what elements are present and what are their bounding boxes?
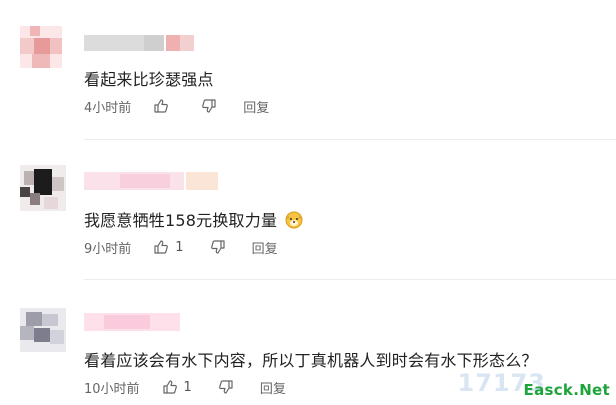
like-button[interactable]: 1 [153, 239, 184, 255]
username[interactable] [84, 35, 194, 51]
username[interactable] [84, 172, 219, 190]
site-watermark: Easck.Net [523, 381, 610, 399]
thumbs-up-icon [154, 99, 169, 113]
avatar[interactable] [20, 308, 66, 352]
like-button[interactable] [153, 98, 175, 114]
avatar[interactable] [20, 26, 62, 68]
comment-meta: 9小时前 1 回复 [84, 237, 278, 257]
comment-time: 10小时前 [84, 381, 140, 397]
like-count: 1 [183, 379, 192, 395]
comment-meta: 10小时前 1 回复 [84, 377, 286, 397]
reply-button[interactable]: 回复 [252, 238, 278, 257]
avatar[interactable] [20, 165, 66, 211]
thumbs-down-icon [202, 99, 216, 113]
comment-text-body: 我愿意牺牲158元换取力量 [84, 211, 278, 230]
comment-meta: 4小时前 回复 [84, 96, 269, 116]
thumbs-down-icon [218, 380, 233, 394]
username[interactable] [84, 313, 180, 331]
thumbs-up-icon [154, 240, 169, 254]
dislike-button[interactable] [210, 239, 226, 255]
reply-button[interactable]: 回复 [260, 378, 286, 397]
thumbs-down-icon [210, 240, 225, 254]
comment-item: 看起来比珍瑟强点 4小时前 回复 [0, 0, 616, 140]
dislike-button[interactable] [218, 379, 234, 395]
comment-time: 4小时前 [84, 100, 132, 116]
comment-item: 我愿意牺牲158元换取力量 9小时前 1 回复 [0, 140, 616, 280]
comment-text: 看着应该会有水下内容，所以丁真机器人到时会有水下形态么？ [84, 351, 538, 370]
thumbs-up-icon [162, 380, 177, 394]
comment-text: 我愿意牺牲158元换取力量 [84, 207, 304, 233]
comment-text: 看起来比珍瑟强点 [84, 70, 214, 89]
like-button[interactable]: 1 [162, 379, 192, 395]
comment-time: 9小时前 [84, 241, 132, 257]
dislike-button[interactable] [201, 98, 217, 114]
dog-face-emoji [284, 209, 304, 233]
like-count: 1 [175, 239, 184, 255]
reply-button[interactable]: 回复 [243, 97, 269, 116]
